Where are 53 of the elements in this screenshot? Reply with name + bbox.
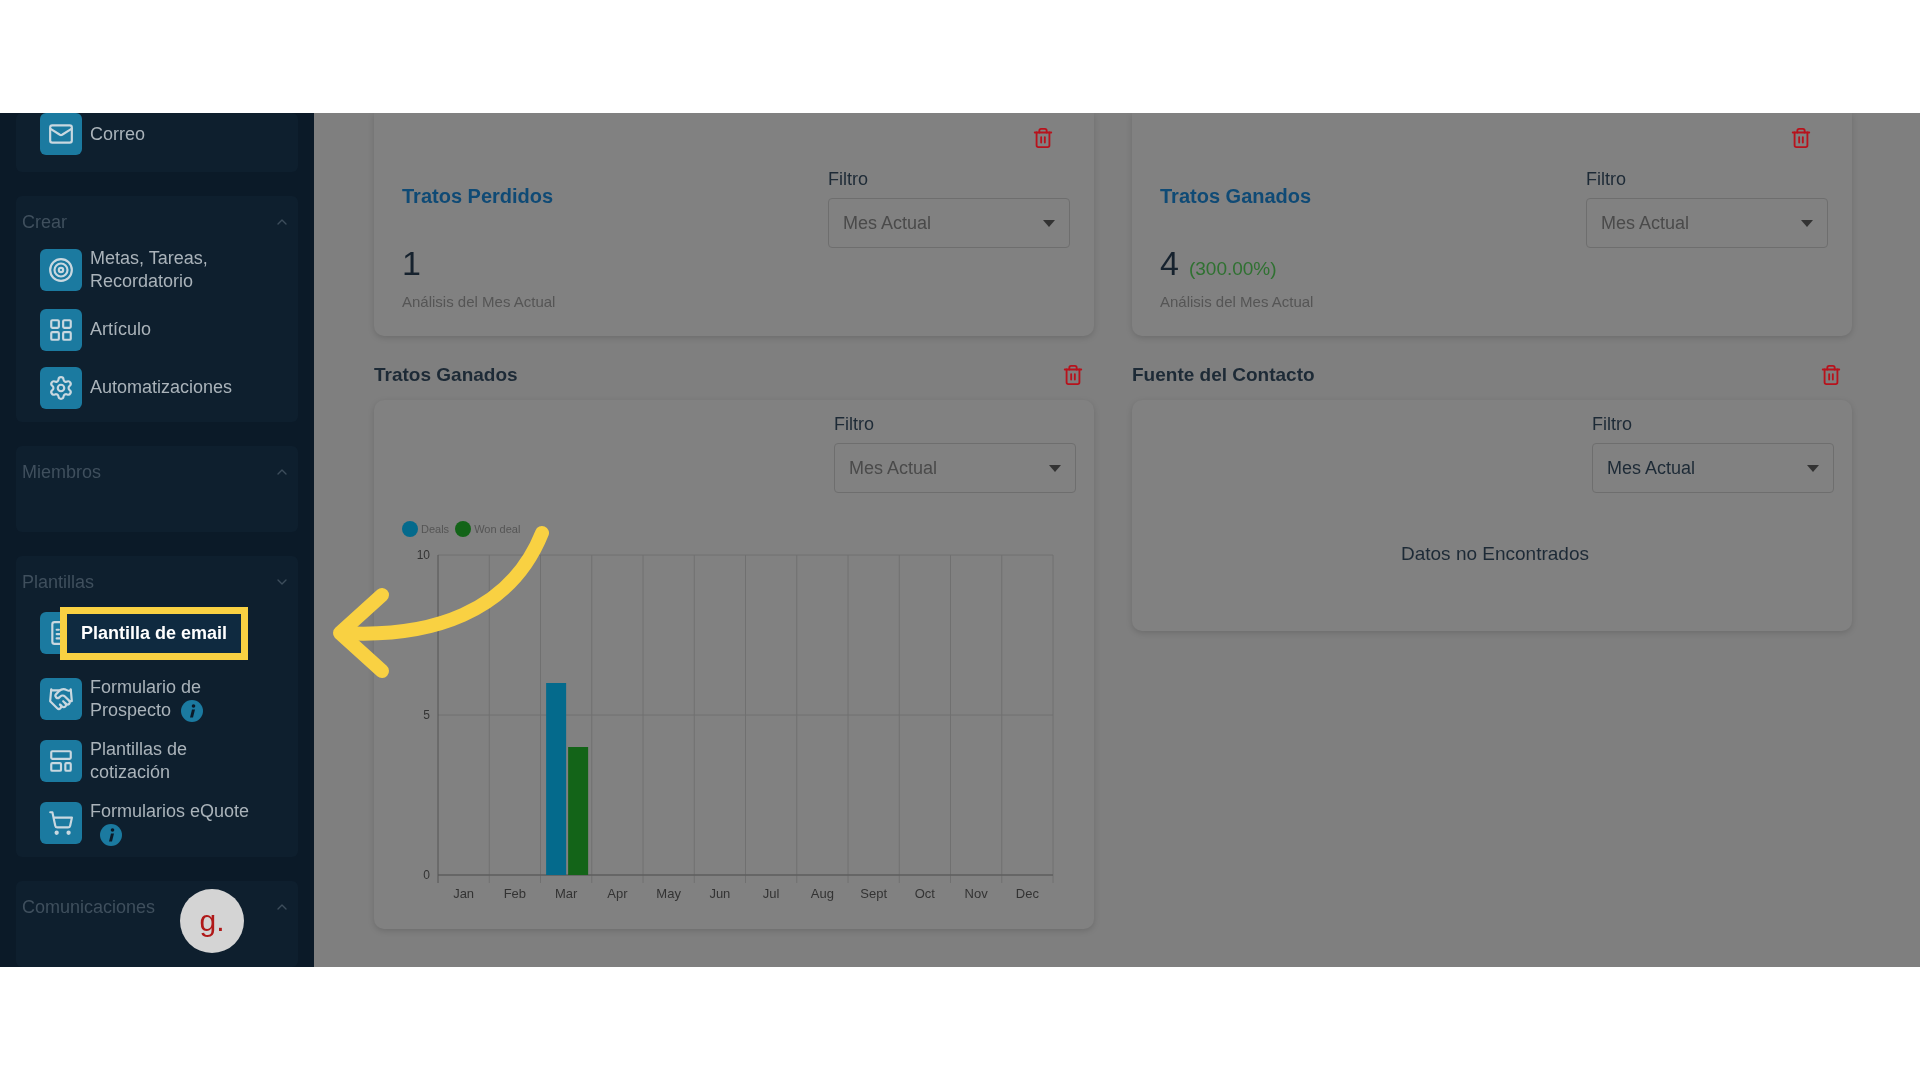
cart-icon: [40, 802, 82, 845]
menu-item[interactable]: Metas, Tareas, Recordatorio: [90, 246, 260, 293]
x-tick: Sept: [860, 886, 887, 901]
dropdown-caret-icon: [1807, 464, 1819, 472]
x-tick: Nov: [964, 886, 988, 901]
stat-title: Tratos Perdidos: [402, 185, 555, 208]
stat-title: Tratos Ganados: [1160, 185, 1313, 208]
grid-icon: [40, 308, 82, 351]
x-tick: Feb: [503, 886, 527, 901]
y-tick: 10: [416, 548, 430, 562]
delete-icon[interactable]: [1790, 127, 1812, 149]
delete-icon[interactable]: [1032, 127, 1054, 149]
filter-label: Filtro: [1586, 169, 1627, 190]
dropdown-caret-icon: [1801, 219, 1813, 227]
menu-item[interactable]: Automatizaciones: [90, 376, 233, 400]
delete-icon[interactable]: [1820, 364, 1842, 386]
stat-change: (300.00%): [1188, 258, 1277, 279]
x-tick: Aug: [810, 886, 834, 901]
x-tick: Oct: [914, 886, 935, 901]
y-tick: 5: [423, 708, 430, 722]
menu-item[interactable]: Correo: [90, 122, 146, 146]
menu-item[interactable]: Artículo: [90, 318, 152, 342]
handshake-icon: [40, 677, 82, 720]
info-icon[interactable]: [181, 700, 204, 723]
menu-item[interactable]: Formulario de Prospecto: [90, 675, 260, 723]
filter-label: Filtro: [828, 169, 869, 190]
x-tick: Jan: [453, 886, 475, 901]
menu-item[interactable]: Formularios eQuote: [90, 800, 260, 847]
info-icon[interactable]: [100, 824, 122, 847]
delete-icon[interactable]: [1062, 364, 1084, 386]
x-tick: Dec: [1015, 886, 1039, 901]
gear-icon: [40, 366, 82, 409]
layout-icon: [40, 740, 82, 783]
widget-heading: Tratos Ganados: [374, 364, 518, 386]
stat-value: 1: [402, 244, 421, 282]
filter-label: Filtro: [834, 414, 875, 435]
x-tick: Jul: [762, 886, 780, 901]
widget-heading: Fuente del Contacto: [1132, 364, 1315, 386]
menu-item[interactable]: Plantilla de email: [60, 606, 249, 660]
filter-label: Filtro: [1592, 414, 1633, 435]
y-tick: 0: [423, 868, 430, 882]
mail-icon: [40, 113, 82, 155]
x-tick: Mar: [554, 886, 578, 901]
empty-message: Datos no Encontrados: [1400, 543, 1590, 565]
dropdown-caret-icon: [1043, 219, 1055, 227]
menu-item[interactable]: Plantillas de cotización: [90, 738, 260, 785]
filter-select[interactable]: Mes Actual: [1592, 443, 1834, 493]
x-tick: Apr: [607, 886, 628, 901]
stat-value: 4: [1160, 244, 1179, 282]
x-tick: May: [656, 886, 681, 901]
target-icon: [40, 248, 82, 291]
dropdown-caret-icon: [1049, 464, 1061, 472]
x-tick: Jun: [709, 886, 731, 901]
